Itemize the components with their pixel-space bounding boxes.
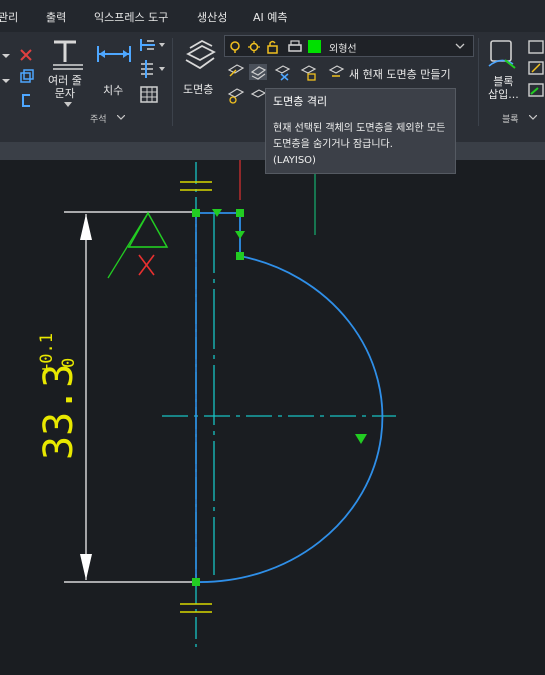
insert-block-icon[interactable] [485, 38, 521, 72]
ribbon-separator [478, 38, 479, 126]
drawing-canvas[interactable]: 33.3 +0.1 0 [0, 160, 545, 675]
tooltip-title: 도면층 격리 [273, 95, 328, 108]
tooltip-description: 현재 선택된 객체의 도면층을 제외한 모든 도면층을 숨기거나 잠급니다. [273, 123, 446, 150]
layer-tools-row1[interactable] [226, 62, 346, 82]
linear-dimension[interactable] [64, 211, 196, 583]
annotation-panel-label[interactable]: 주석 [90, 112, 107, 125]
menu-output[interactable]: 출력 [46, 9, 66, 25]
chevron-down-icon[interactable] [455, 43, 465, 50]
multiline-text-label[interactable]: 여러 줄 문자 [48, 74, 82, 100]
insert-block-label[interactable]: 블록 삽입... [488, 75, 519, 101]
menu-manage[interactable]: 관리 [0, 9, 18, 25]
block-panel-label[interactable]: 블록 [502, 112, 519, 125]
menu-express-tools[interactable]: 익스프레스 도구 [94, 9, 168, 25]
multiline-text-icon[interactable] [50, 38, 86, 70]
profile-arc[interactable] [195, 255, 384, 583]
dimension-label[interactable]: 치수 [103, 82, 123, 98]
tolerance-lower-text: 0 [59, 358, 79, 368]
grip-point[interactable] [192, 209, 200, 217]
layer-button-label[interactable]: 도면층 [183, 81, 213, 97]
menu-productivity[interactable]: 생산성 [197, 9, 227, 25]
grip-point[interactable] [236, 209, 244, 217]
leader-table-icons[interactable] [138, 36, 168, 106]
layer-dropdown[interactable]: 외형선 [224, 35, 474, 57]
dimension-value-text: 33.3 [36, 364, 82, 460]
linear-dimension-icon[interactable] [96, 44, 132, 64]
dimension-arrow-top [80, 214, 92, 240]
layer-color-swatch [308, 40, 321, 53]
selected-profile[interactable] [195, 212, 384, 583]
tolerance-upper-text: +0.1 [37, 333, 57, 374]
layer-tools-row2[interactable] [226, 86, 266, 106]
block-tools-icons[interactable] [526, 38, 545, 108]
current-layer-name: 외형선 [329, 44, 357, 55]
modify-tools-icons[interactable] [0, 40, 40, 110]
layer-state-icons[interactable] [229, 40, 309, 54]
tooltip-command: (LAYISO) [273, 155, 316, 166]
chevron-down-icon[interactable] [529, 115, 537, 121]
midpoint-grip[interactable] [355, 434, 367, 444]
tooltip-body: 현재 선택된 객체의 도면층을 제외한 모든 도면층을 숨기거나 잠급니다. (… [273, 121, 453, 169]
grip-point[interactable] [192, 578, 200, 586]
dimension-arrow-bottom [80, 554, 92, 580]
chevron-down-icon[interactable] [64, 102, 72, 108]
dimension-text-group[interactable]: 33.3 +0.1 0 [36, 333, 82, 460]
make-current-layer-label[interactable]: 새 현재 도면층 만들기 [349, 66, 451, 82]
datum-symbol[interactable] [107, 211, 169, 279]
menu-ai-prediction[interactable]: AI 예측 [253, 9, 288, 25]
layer-properties-icon[interactable] [182, 38, 218, 72]
datum-x-mark [138, 254, 155, 276]
chevron-down-icon[interactable] [117, 115, 125, 121]
midpoint-grip[interactable] [235, 231, 245, 239]
layer-isolate-tooltip: 도면층 격리 현재 선택된 객체의 도면층을 제외한 모든 도면층을 숨기거나 … [265, 88, 456, 174]
menu-bar: 관리 출력 익스프레스 도구 생산성 AI 예측 [0, 0, 545, 32]
grip-point[interactable] [236, 252, 244, 260]
ribbon-separator [172, 38, 173, 126]
